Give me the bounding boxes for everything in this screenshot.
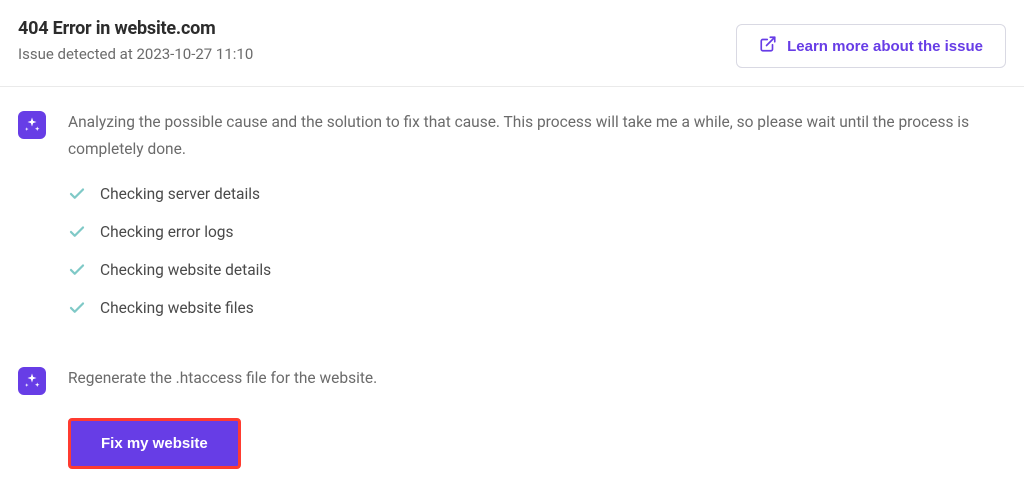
external-link-icon xyxy=(759,35,777,57)
sparkle-icon xyxy=(18,111,46,139)
checklist-item-label: Checking server details xyxy=(100,185,260,203)
issue-timestamp: Issue detected at 2023-10-27 11:10 xyxy=(18,45,253,63)
issue-header: 404 Error in website.com Issue detected … xyxy=(0,0,1024,87)
check-icon xyxy=(68,185,86,203)
checklist-item: Checking server details xyxy=(68,175,1006,213)
solution-message: Regenerate the .htaccess file for the we… xyxy=(68,365,1006,392)
solution-body: Regenerate the .htaccess file for the we… xyxy=(68,365,1006,469)
check-icon xyxy=(68,261,86,279)
fix-website-button[interactable]: Fix my website xyxy=(68,418,241,469)
check-icon xyxy=(68,299,86,317)
checklist-item-label: Checking website files xyxy=(100,299,254,317)
checklist-item-label: Checking error logs xyxy=(100,223,234,241)
analysis-checklist: Checking server details Checking error l… xyxy=(68,175,1006,327)
content-area: Analyzing the possible cause and the sol… xyxy=(0,87,1024,469)
learn-more-label: Learn more about the issue xyxy=(787,38,983,55)
sparkle-icon xyxy=(18,367,46,395)
checklist-item: Checking website files xyxy=(68,289,1006,327)
learn-more-button[interactable]: Learn more about the issue xyxy=(736,24,1006,68)
checklist-item-label: Checking website details xyxy=(100,261,271,279)
check-icon xyxy=(68,223,86,241)
checklist-item: Checking website details xyxy=(68,251,1006,289)
analysis-block: Analyzing the possible cause and the sol… xyxy=(18,109,1006,327)
issue-title: 404 Error in website.com xyxy=(18,18,253,39)
checklist-item: Checking error logs xyxy=(68,213,1006,251)
solution-block: Regenerate the .htaccess file for the we… xyxy=(18,365,1006,469)
analysis-message: Analyzing the possible cause and the sol… xyxy=(68,109,1006,163)
analysis-body: Analyzing the possible cause and the sol… xyxy=(68,109,1006,327)
issue-header-info: 404 Error in website.com Issue detected … xyxy=(18,18,253,63)
